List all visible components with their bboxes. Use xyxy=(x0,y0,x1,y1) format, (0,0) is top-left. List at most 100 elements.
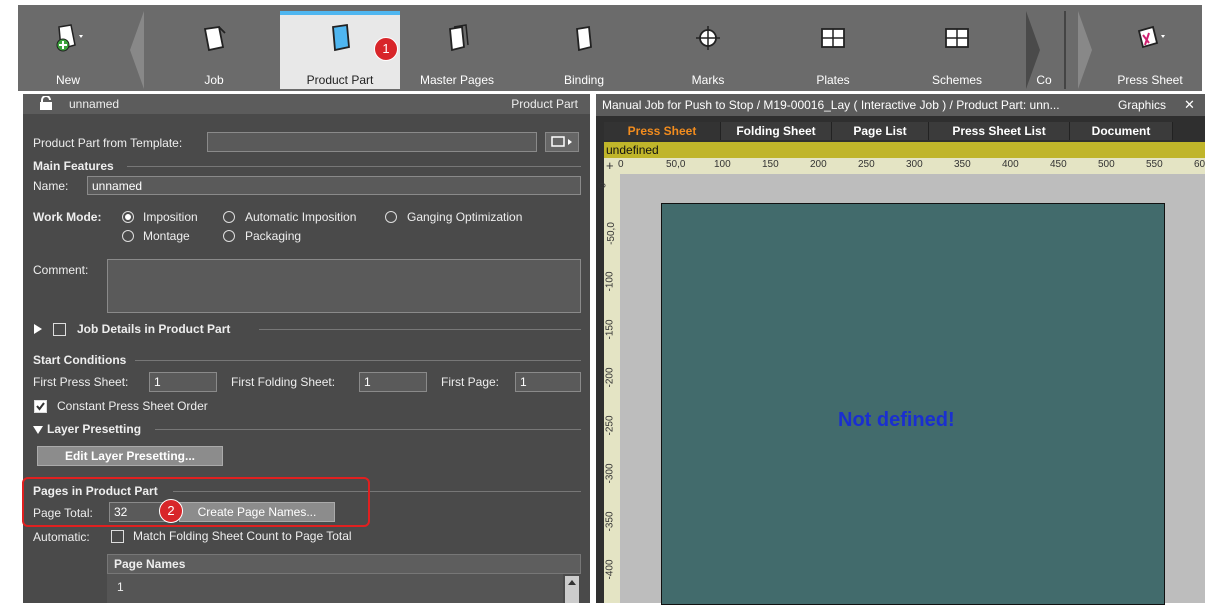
product-part-icon xyxy=(332,23,350,52)
master-pages-icon xyxy=(449,24,469,52)
ruler-tick-label: 200 xyxy=(810,159,827,170)
schemes-icon xyxy=(945,28,969,48)
ruler-tick-label: -150 xyxy=(604,319,616,340)
canvas-area[interactable]: Not defined! xyxy=(620,174,1205,605)
check-icon xyxy=(36,402,45,411)
first-page-field[interactable]: 1 xyxy=(515,372,581,392)
status-bar: undefined xyxy=(604,142,1205,158)
mode-ganging-label: Ganging Optimization xyxy=(407,210,523,224)
mode-automatic-label: Automatic Imposition xyxy=(245,210,357,224)
comment-field[interactable] xyxy=(107,259,581,313)
mode-packaging-radio[interactable] xyxy=(223,230,235,242)
toolbar-scroll-left[interactable] xyxy=(126,11,148,89)
mode-imposition-label: Imposition xyxy=(143,210,198,224)
toolbar-press-sheet-button[interactable]: Press Sheet xyxy=(1100,11,1200,89)
match-folding-checkbox[interactable] xyxy=(111,530,124,543)
page-names-header: Page Names xyxy=(114,557,186,571)
job-details-label: Job Details in Product Part xyxy=(77,322,231,336)
page-names-scrollbar[interactable] xyxy=(565,576,579,603)
name-label: Name: xyxy=(33,179,69,193)
toolbar-marks-tab[interactable]: Marks xyxy=(658,11,758,89)
first-press-sheet-field[interactable]: 1 xyxy=(149,372,217,392)
highlight-pages-box xyxy=(22,477,370,527)
template-picker-button[interactable] xyxy=(545,132,579,152)
template-picker-icon xyxy=(551,136,572,147)
ruler-origin-icon[interactable]: + xyxy=(606,158,614,173)
toolbar-plates-tab[interactable]: Plates xyxy=(778,11,888,89)
match-folding-label: Match Folding Sheet Count to Page Total xyxy=(133,529,352,543)
toolbar-master-pages-tab[interactable]: Master Pages xyxy=(402,11,512,89)
page-names-list[interactable]: 1 xyxy=(107,574,563,603)
ruler-tick-label: 500 xyxy=(1098,159,1115,170)
binding-icon xyxy=(576,25,592,52)
job-icon xyxy=(203,25,226,52)
tab-press-sheet[interactable]: Press Sheet xyxy=(604,122,721,140)
mode-montage-label: Montage xyxy=(143,229,190,243)
first-folding-sheet-label: First Folding Sheet: xyxy=(231,375,336,389)
edit-layer-presetting-button[interactable]: Edit Layer Presetting... xyxy=(37,446,223,466)
toolbar-plates-label: Plates xyxy=(816,73,850,87)
toolbar-chevron-icon xyxy=(1026,11,1040,89)
ruler-tick-label: -100 xyxy=(604,271,616,292)
ruler-tick-label: 550 xyxy=(1146,159,1163,170)
toolbar-job-tab[interactable]: Job xyxy=(150,11,278,89)
tab-folding-sheet[interactable]: Folding Sheet xyxy=(721,122,832,140)
main-toolbar: New Job Product Part 1 Master Pages Bind… xyxy=(18,5,1202,91)
first-page-label: First Page: xyxy=(441,375,500,389)
status-text: undefined xyxy=(606,143,659,157)
panel-title: unnamed xyxy=(69,97,120,111)
graphics-header: Manual Job for Push to Stop / M19-00016_… xyxy=(596,94,1205,116)
mode-imposition-radio[interactable] xyxy=(122,211,134,223)
toolbar-job-label: Job xyxy=(204,73,224,87)
collapse-triangle-icon[interactable] xyxy=(32,425,44,435)
panel-name: Product Part xyxy=(511,97,578,111)
page-name-item[interactable]: 1 xyxy=(117,580,124,594)
scroll-up-icon[interactable] xyxy=(565,576,579,590)
toolbar-master-pages-label: Master Pages xyxy=(419,73,495,87)
first-folding-sheet-field[interactable]: 1 xyxy=(359,372,427,392)
toolbar-product-part-label: Product Part xyxy=(306,73,374,87)
expand-triangle-icon[interactable] xyxy=(33,323,43,335)
ruler-tick-label: 300 xyxy=(906,159,923,170)
press-sheet-canvas[interactable]: Not defined! xyxy=(661,203,1165,605)
ruler-tick-label: 600 xyxy=(1194,159,1205,170)
ruler-tick-label: 50,0 xyxy=(666,159,686,170)
plates-icon xyxy=(821,28,845,48)
horizontal-ruler: + 0 50,0 100 150 200 250 300 350 400 450 500 550 600 xyxy=(604,158,1205,174)
ruler-tick-label: 450 xyxy=(1050,159,1067,170)
page-names-header-row: Page Names xyxy=(107,554,581,574)
constant-order-label: Constant Press Sheet Order xyxy=(57,399,208,413)
ruler-tick-label: -350 xyxy=(604,511,616,532)
toolbar-marks-label: Marks xyxy=(691,73,725,87)
ruler-tick-label: -300 xyxy=(604,463,616,484)
template-field[interactable] xyxy=(207,132,537,152)
job-details-checkbox[interactable] xyxy=(53,323,66,336)
ruler-tick-label: -50,0 xyxy=(605,222,617,245)
canvas-message: Not defined! xyxy=(838,409,955,431)
ruler-tick-label: 100 xyxy=(714,159,731,170)
close-icon[interactable]: ✕ xyxy=(1184,97,1195,113)
toolbar-new-button[interactable]: New xyxy=(20,11,116,89)
name-field[interactable]: unnamed xyxy=(87,176,581,195)
lock-icon[interactable] xyxy=(39,96,53,110)
template-label: Product Part from Template: xyxy=(33,136,183,150)
constant-order-checkbox[interactable] xyxy=(34,400,47,413)
main-features-heading: Main Features xyxy=(33,159,114,173)
ruler-tick-label: 350 xyxy=(954,159,971,170)
toolbar-scroll-right[interactable] xyxy=(1074,11,1096,89)
ruler-tick-label: -400 xyxy=(604,559,616,580)
ruler-tick-label: 0 xyxy=(618,159,624,170)
mode-automatic-radio[interactable] xyxy=(223,211,235,223)
graphics-label: Graphics xyxy=(1118,98,1167,112)
new-document-icon xyxy=(56,24,83,52)
ruler-tick-label: 250 xyxy=(858,159,875,170)
tab-document[interactable]: Document xyxy=(1070,122,1173,140)
tab-page-list[interactable]: Page List xyxy=(832,122,929,140)
toolbar-binding-tab[interactable]: Binding xyxy=(534,11,634,89)
comment-label: Comment: xyxy=(33,263,89,277)
mode-montage-radio[interactable] xyxy=(122,230,134,242)
mode-ganging-radio[interactable] xyxy=(385,211,397,223)
tab-press-sheet-list[interactable]: Press Sheet List xyxy=(929,122,1070,140)
ruler-tick-label: -250 xyxy=(604,415,616,436)
toolbar-schemes-tab[interactable]: Schemes xyxy=(902,11,1012,89)
